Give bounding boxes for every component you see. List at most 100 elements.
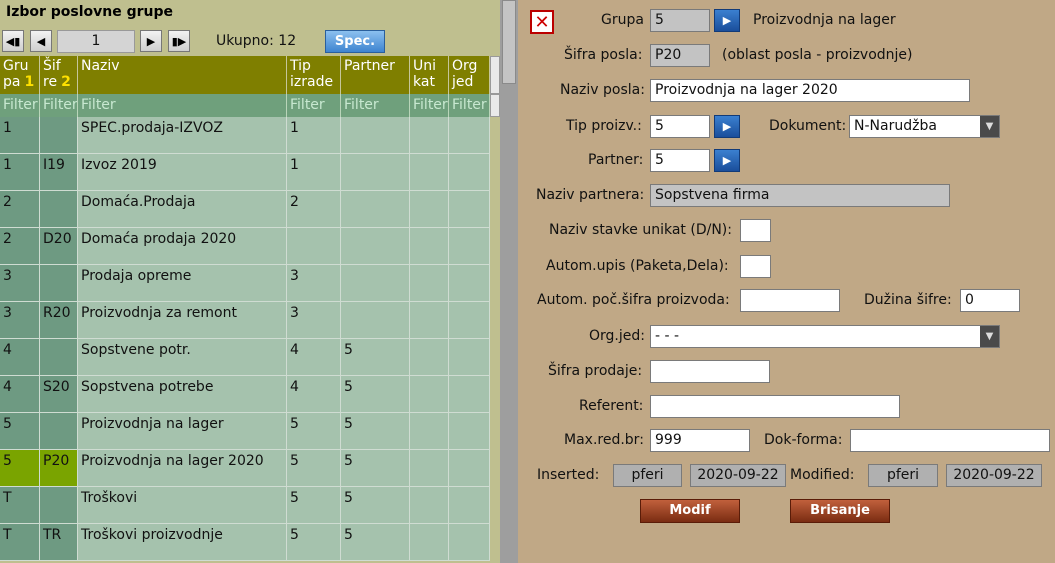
cell-naziv: Domaća prodaja 2020	[78, 228, 287, 264]
duzina-label: Dužina šifre:	[864, 292, 952, 308]
header-grupa[interactable]: Gru pa 1	[0, 56, 40, 94]
grupa-name: Proizvodnja na lager	[753, 12, 896, 28]
naziv-partnera-label: Naziv partnera:	[536, 187, 645, 203]
dokument-label: Dokument:	[769, 118, 847, 134]
naziv-partnera-field[interactable]: Sopstvena firma	[650, 184, 950, 207]
table-row[interactable]: 3 R20 Proizvodnja za remont 3	[0, 302, 490, 339]
page-number-input[interactable]: 1	[57, 30, 135, 53]
panel-splitter-scrollbar[interactable]	[500, 0, 518, 563]
cell-orgjed	[449, 228, 490, 264]
table-row[interactable]: 2 D20 Domaća prodaja 2020	[0, 228, 490, 265]
cell-unikat	[410, 154, 449, 190]
cell-orgjed	[449, 265, 490, 301]
cell-grupa: 1	[0, 154, 40, 190]
dokument-select[interactable]: N-Narudžba ▼	[849, 115, 1000, 138]
header-label: Partner	[344, 58, 395, 74]
modif-button[interactable]: Modif	[640, 499, 740, 523]
header-sifra[interactable]: Šif re 2	[40, 56, 78, 94]
poc-sifra-input[interactable]	[740, 289, 840, 312]
header-naziv[interactable]: Naziv	[78, 56, 287, 94]
cell-unikat	[410, 265, 449, 301]
autom-upis-input[interactable]	[740, 255, 771, 278]
orgjed-select[interactable]: - - - ▼	[650, 325, 1000, 348]
cell-orgjed	[449, 154, 490, 190]
cell-unikat	[410, 413, 449, 449]
orgjed-value: - - -	[655, 328, 680, 344]
referent-input[interactable]	[650, 395, 900, 418]
cell-tip-izrade: 5	[287, 524, 341, 560]
header-label-line2: izrade	[290, 74, 337, 90]
spec-button[interactable]: Spec.	[325, 30, 385, 53]
filter-input-orgjed[interactable]: Filter	[449, 94, 490, 117]
orgjed-label: Org.jed:	[589, 328, 645, 344]
close-icon[interactable]: ✕	[530, 10, 554, 34]
sifra-note: (oblast posla - proizvodnje)	[722, 47, 913, 63]
next-page-icon[interactable]: ▶	[140, 30, 162, 52]
cell-grupa: T	[0, 524, 40, 560]
unikat-label: Naziv stavke unikat (D/N):	[549, 222, 732, 238]
header-unikat[interactable]: Uni kat	[410, 56, 449, 94]
table-row[interactable]: 4 Sopstvene potr. 4 5	[0, 339, 490, 376]
grupa-field[interactable]: 5	[650, 9, 710, 32]
filter-input-partner[interactable]: Filter	[341, 94, 410, 117]
partner-label: Partner:	[588, 152, 644, 168]
table-row[interactable]: T TR Troškovi proizvodnje 5 5	[0, 524, 490, 561]
filter-input-grupa[interactable]: Filter	[0, 94, 40, 117]
table-row[interactable]: 2 Domaća.Prodaja 2	[0, 191, 490, 228]
tip-proizv-input[interactable]: 5	[650, 115, 710, 138]
cell-unikat	[410, 487, 449, 523]
sifra-prodaje-input[interactable]	[650, 360, 770, 383]
brisanje-button[interactable]: Brisanje	[790, 499, 890, 523]
maxred-input[interactable]: 999	[650, 429, 750, 452]
filter-input-tip-izrade[interactable]: Filter	[287, 94, 341, 117]
prev-page-icon[interactable]: ◀	[30, 30, 52, 52]
header-scroll-stub	[490, 56, 500, 94]
table-row[interactable]: 5 P20 Proizvodnja na lager 2020 5 5	[0, 450, 490, 487]
cell-tip-izrade: 3	[287, 265, 341, 301]
filter-input-unikat[interactable]: Filter	[410, 94, 449, 117]
cell-sifra	[40, 339, 78, 375]
cell-partner: 5	[341, 487, 410, 523]
dokforma-label: Dok-forma:	[764, 432, 843, 448]
cell-orgjed	[449, 450, 490, 486]
cell-naziv: Proizvodnja na lager 2020	[78, 450, 287, 486]
dokument-value: N-Narudžba	[854, 118, 937, 134]
cell-sifra	[40, 191, 78, 227]
cell-unikat	[410, 302, 449, 338]
tip-lookup-button[interactable]: ▶	[714, 115, 740, 138]
cell-partner	[341, 302, 410, 338]
header-tip-izrade[interactable]: Tip izrade	[287, 56, 341, 94]
partner-lookup-button[interactable]: ▶	[714, 149, 740, 172]
duzina-input[interactable]: 0	[960, 289, 1020, 312]
cell-unikat	[410, 524, 449, 560]
table-row[interactable]: 5 Proizvodnja na lager 5 5	[0, 413, 490, 450]
cell-grupa: 4	[0, 339, 40, 375]
partner-input[interactable]: 5	[650, 149, 710, 172]
cell-tip-izrade: 4	[287, 339, 341, 375]
naziv-posla-label: Naziv posla:	[560, 82, 645, 98]
header-orgjed[interactable]: Org jed	[449, 56, 490, 94]
filter-input-naziv[interactable]: Filter	[78, 94, 287, 117]
table-row[interactable]: 4 S20 Sopstvena potrebe 4 5	[0, 376, 490, 413]
cell-unikat	[410, 228, 449, 264]
unikat-input[interactable]	[740, 219, 771, 242]
grupa-label: Grupa	[601, 12, 644, 28]
cell-partner	[341, 191, 410, 227]
dokforma-input[interactable]	[850, 429, 1050, 452]
table-row[interactable]: 3 Prodaja opreme 3	[0, 265, 490, 302]
last-page-icon[interactable]: ▮▶	[168, 30, 190, 52]
grupa-lookup-button[interactable]: ▶	[714, 9, 740, 32]
naziv-posla-input[interactable]: Proizvodnja na lager 2020	[650, 79, 970, 102]
table-row[interactable]: 1 SPEC.prodaja-IZVOZ 1	[0, 117, 490, 154]
modified-label: Modified:	[790, 467, 855, 483]
table-row[interactable]: 1 I19 Izvoz 2019 1	[0, 154, 490, 191]
table-row[interactable]: T Troškovi 5 5	[0, 487, 490, 524]
filter-input-sifra[interactable]: Filter	[40, 94, 78, 117]
header-label: Tip	[290, 58, 311, 74]
scrollbar-thumb[interactable]	[502, 0, 516, 84]
sifra-field[interactable]: P20	[650, 44, 710, 67]
modified-date: 2020-09-22	[946, 464, 1042, 487]
first-page-icon[interactable]: ◀▮	[2, 30, 24, 52]
header-partner[interactable]: Partner	[341, 56, 410, 94]
sifra-label: Šifra posla:	[564, 47, 643, 63]
